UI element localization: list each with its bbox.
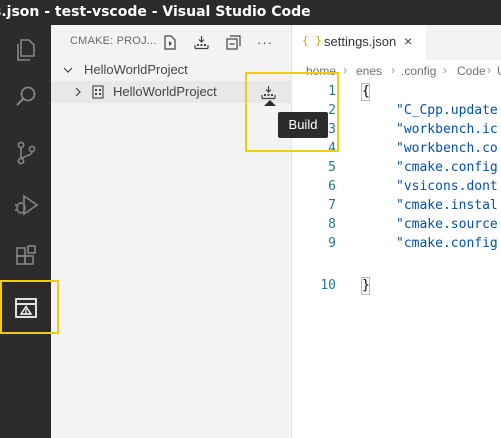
line-number: 9 bbox=[328, 236, 336, 251]
window-title: s.json - test-vscode - Visual Studio Cod… bbox=[0, 4, 311, 20]
json-icon: { } bbox=[302, 34, 322, 47]
tab-label: settings.json bbox=[324, 34, 397, 49]
chevron-right-icon bbox=[75, 87, 81, 97]
activity-run-debug[interactable] bbox=[0, 181, 51, 229]
tree-root-label: HelloWorldProject bbox=[84, 62, 188, 77]
activity-bar bbox=[0, 25, 51, 438]
breadcrumb-item[interactable]: Code bbox=[457, 64, 486, 78]
highlight-box-cmake bbox=[0, 280, 59, 334]
breadcrumb-separator: › bbox=[487, 63, 491, 77]
extensions-icon bbox=[15, 245, 36, 265]
code-line: "cmake.config bbox=[396, 236, 498, 251]
breadcrumb-separator: › bbox=[443, 63, 447, 77]
breadcrumb-separator: › bbox=[343, 63, 347, 77]
breadcrumb-item[interactable]: enes bbox=[356, 64, 382, 78]
code-line: } bbox=[362, 278, 370, 293]
code-line: "cmake.config bbox=[396, 160, 498, 175]
breadcrumb-item[interactable]: U bbox=[497, 64, 501, 78]
highlight-box-build bbox=[245, 72, 339, 152]
line-number: 6 bbox=[328, 179, 336, 194]
more-icon: ··· bbox=[257, 34, 273, 50]
line-number: 7 bbox=[328, 198, 336, 213]
activity-source-control[interactable] bbox=[0, 129, 51, 177]
code-line: "C_Cpp.update bbox=[396, 103, 498, 118]
search-icon bbox=[15, 86, 35, 106]
line-number: 5 bbox=[328, 160, 336, 175]
configure-button[interactable] bbox=[161, 33, 179, 51]
sidebar-header: CMAKE: PROJ... ··· bbox=[51, 25, 292, 59]
collapse-all-button[interactable] bbox=[224, 33, 242, 51]
close-icon[interactable]: × bbox=[404, 33, 412, 49]
configure-icon bbox=[164, 34, 176, 50]
code-line: "cmake.instal bbox=[396, 198, 498, 213]
code-line: "workbench.co bbox=[396, 141, 498, 156]
code-line: "cmake.source bbox=[396, 217, 498, 232]
code-line: "workbench.ic bbox=[396, 122, 498, 137]
code-line: "vsicons.dont bbox=[396, 179, 498, 194]
code-line: { bbox=[362, 84, 370, 99]
source-control-icon bbox=[17, 141, 35, 165]
tab-settings-json[interactable]: { } settings.json × bbox=[292, 25, 426, 60]
collapse-all-icon bbox=[225, 34, 241, 50]
chevron-down-icon bbox=[63, 67, 73, 73]
build-all-button[interactable] bbox=[192, 33, 210, 51]
debug-icon bbox=[14, 194, 38, 216]
line-number: 10 bbox=[320, 278, 336, 293]
build-all-icon bbox=[193, 35, 209, 49]
line-number: 8 bbox=[328, 217, 336, 232]
files-icon bbox=[16, 39, 35, 61]
tree-child-label: HelloWorldProject bbox=[113, 84, 217, 99]
breadcrumb-item[interactable]: .config bbox=[401, 64, 436, 78]
breadcrumb-separator: › bbox=[391, 63, 395, 77]
project-icon bbox=[92, 85, 104, 99]
activity-explorer[interactable] bbox=[0, 25, 51, 73]
more-actions-button[interactable]: ··· bbox=[256, 33, 274, 51]
activity-extensions[interactable] bbox=[0, 233, 51, 281]
tab-bar: { } settings.json × bbox=[292, 25, 501, 60]
activity-search[interactable] bbox=[0, 73, 51, 121]
sidebar-title: CMAKE: PROJ... bbox=[70, 35, 157, 47]
title-bar: s.json - test-vscode - Visual Studio Cod… bbox=[0, 0, 501, 25]
